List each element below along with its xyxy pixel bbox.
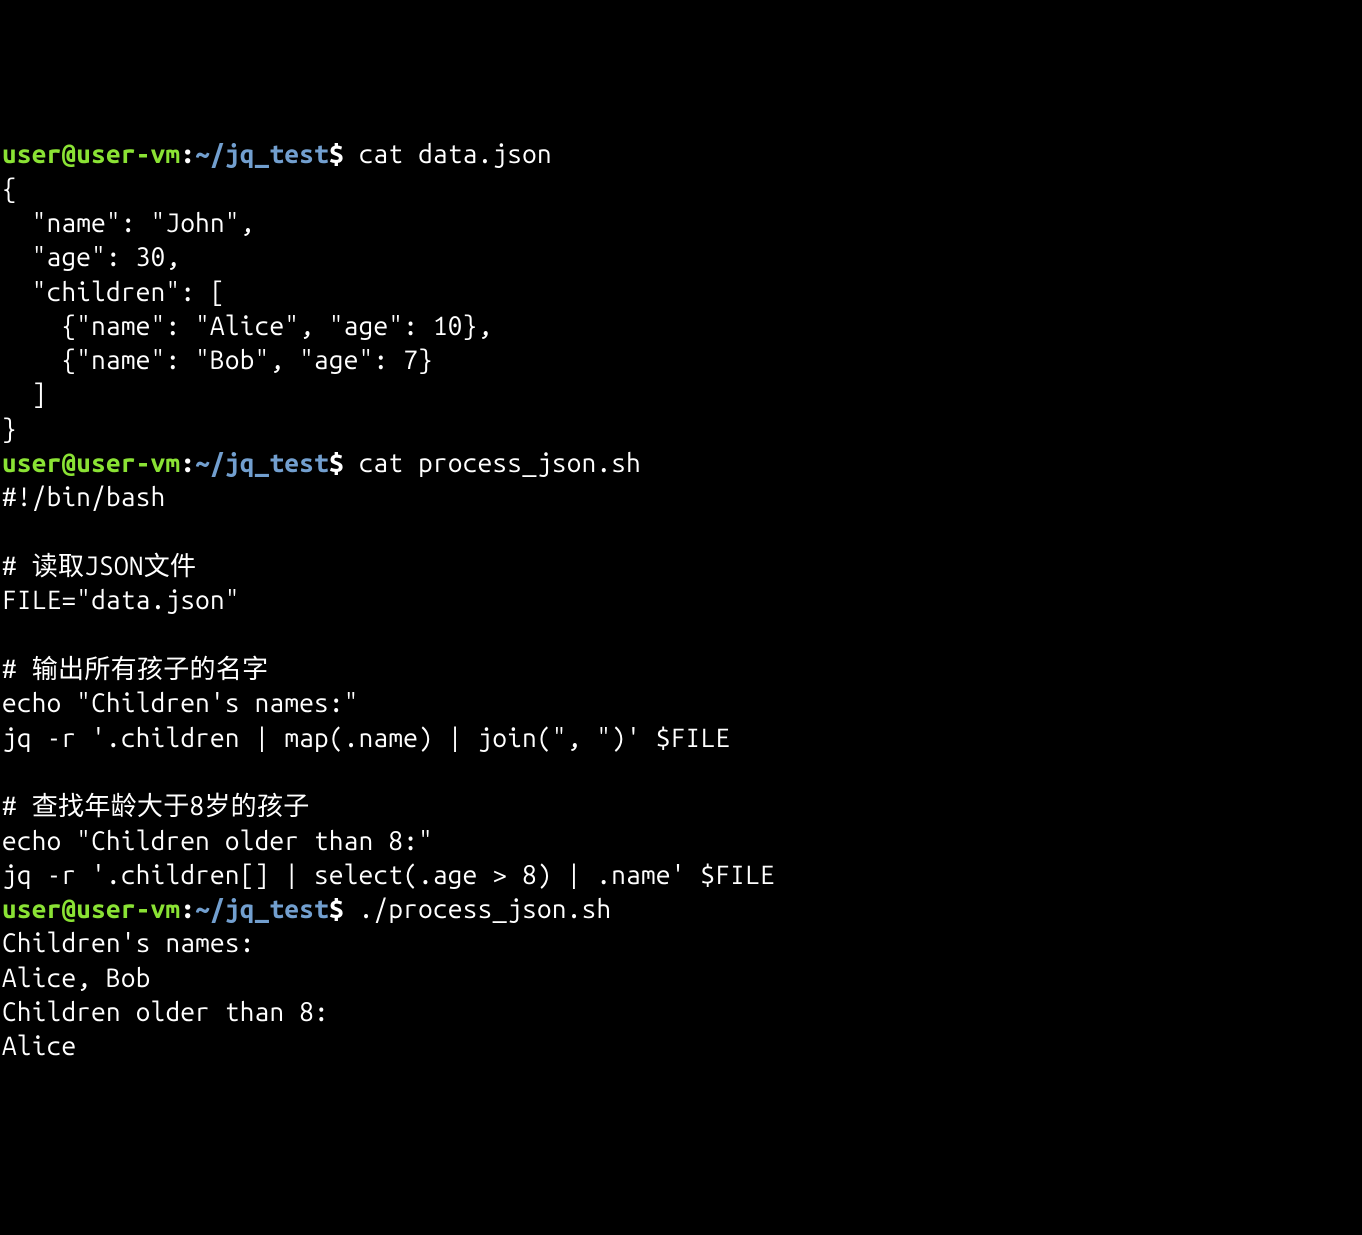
prompt-line-3: user@user-vm:~/jq_test$ ./process_json.s… — [2, 894, 611, 923]
output-data-json-line: {"name": "Alice", "age": 10}, — [2, 311, 492, 340]
output-script-line: #!/bin/bash — [2, 482, 165, 511]
output-data-json-line: "children": [ — [2, 277, 225, 306]
output-data-json-line: ] — [2, 379, 47, 408]
prompt-user-host: user@user-vm — [2, 139, 180, 168]
output-script-line: echo "Children's names:" — [2, 688, 359, 717]
output-data-json-line: {"name": "Bob", "age": 7} — [2, 345, 433, 374]
prompt-path: ~/jq_test — [195, 894, 329, 923]
command-run-script: ./process_json.sh — [344, 894, 611, 923]
output-data-json-line: } — [2, 414, 17, 443]
prompt-line-2: user@user-vm:~/jq_test$ cat process_json… — [2, 448, 641, 477]
prompt-path: ~/jq_test — [195, 139, 329, 168]
output-run-line: Alice, Bob — [2, 963, 151, 992]
prompt-dollar: $ — [329, 894, 344, 923]
output-run-line: Alice — [2, 1031, 76, 1060]
prompt-dollar: $ — [329, 448, 344, 477]
output-script-line: jq -r '.children[] | select(.age > 8) | … — [2, 860, 775, 889]
output-script-line: # 输出所有孩子的名字 — [2, 654, 268, 683]
terminal-window[interactable]: user@user-vm:~/jq_test$ cat data.json { … — [0, 137, 1362, 1063]
output-script-line: FILE="data.json" — [2, 585, 240, 614]
output-script-line: echo "Children older than 8:" — [2, 826, 433, 855]
output-script-line: jq -r '.children | map(.name) | join(", … — [2, 723, 730, 752]
output-script-line: # 读取JSON文件 — [2, 551, 196, 580]
output-data-json-line: { — [2, 174, 17, 203]
prompt-line-1: user@user-vm:~/jq_test$ cat data.json — [2, 139, 552, 168]
prompt-colon: : — [180, 448, 195, 477]
prompt-user-host: user@user-vm — [2, 894, 180, 923]
output-data-json-line: "age": 30, — [2, 242, 180, 271]
output-data-json-line: "name": "John", — [2, 208, 255, 237]
output-run-line: Children's names: — [2, 928, 255, 957]
prompt-path: ~/jq_test — [195, 448, 329, 477]
command-cat-data: cat data.json — [344, 139, 552, 168]
prompt-colon: : — [180, 139, 195, 168]
prompt-dollar: $ — [329, 139, 344, 168]
command-cat-script: cat process_json.sh — [344, 448, 641, 477]
output-run-line: Children older than 8: — [2, 997, 329, 1026]
prompt-user-host: user@user-vm — [2, 448, 180, 477]
prompt-colon: : — [180, 894, 195, 923]
output-script-line: # 查找年龄大于8岁的孩子 — [2, 791, 310, 820]
